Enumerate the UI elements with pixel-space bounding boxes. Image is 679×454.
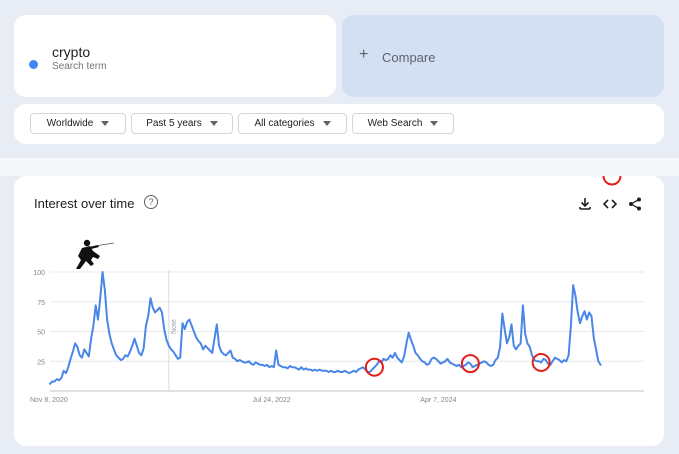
fencer-figure-icon [76,239,115,269]
compare-label: Compare [382,50,436,65]
search-term-card[interactable]: crypto Search term [14,15,336,97]
x-tick-label: Apr 7, 2024 [420,397,456,404]
category-filter-label: All categories [254,118,315,129]
caret-down-icon [430,121,439,126]
caret-down-icon [322,121,331,126]
interest-series-line[interactable] [49,271,602,385]
interest-over-time-card: Interest over time ? 25 50 75 100 Note Nov 8,… [14,176,664,446]
search-term-name: crypto [52,44,91,60]
time-range-filter-dropdown[interactable]: Past 5 years [131,113,233,134]
caret-down-icon [101,121,110,126]
y-tick-label: 75 [37,300,45,307]
x-tick-label: Nov 8, 2020 [30,397,68,404]
time-range-filter-label: Past 5 years [146,118,202,129]
caret-down-icon [209,121,218,126]
region-filter-label: Worldwide [46,118,94,129]
y-tick-label: 25 [37,359,45,366]
search-term-subtitle: Search term [52,61,107,72]
red-annotation-circle [602,176,622,186]
search-term-color-dot [29,60,38,69]
note-marker-label[interactable]: Note [171,319,178,334]
filter-bar: Worldwide Past 5 years All categories We… [14,104,664,144]
search-type-filter-label: Web Search [367,118,423,129]
interest-line-chart: 25 50 75 100 Note Nov 8, 2020 Jul 24, 2022 Apr … [30,176,644,404]
y-tick-label: 50 [37,330,45,337]
search-type-filter-dropdown[interactable]: Web Search [352,113,454,134]
region-filter-dropdown[interactable]: Worldwide [30,113,126,134]
category-filter-dropdown[interactable]: All categories [238,113,347,134]
section-divider-band [0,158,679,176]
x-tick-label: Jul 24, 2022 [253,397,291,404]
compare-button[interactable]: + Compare [342,15,664,97]
plus-icon: + [359,46,369,63]
y-tick-label: 100 [33,270,45,277]
